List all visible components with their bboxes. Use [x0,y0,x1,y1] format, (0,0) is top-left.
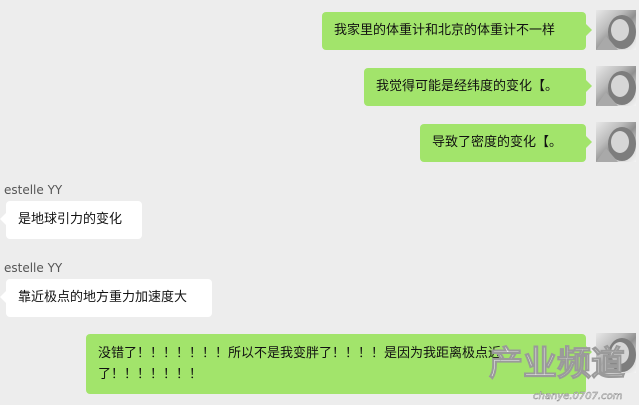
message-text: 我家里的体重计和北京的体重计不一样 [334,23,556,38]
watermark-url: chanye.0707.com [533,391,623,402]
avatar-photo-icon [596,15,636,50]
sender-name: estelle YY [4,261,63,275]
user-avatar[interactable] [596,122,636,162]
avatar-photo-icon [596,71,636,106]
message-bubble-other[interactable]: 是地球引力的变化 [0,201,142,239]
message-text: 导致了密度的变化【。 [432,135,563,150]
message-bubble-self[interactable]: 导致了密度的变化【。 [420,124,592,162]
message-text: 靠近极点的地方重力加速度大 [18,290,188,305]
watermark-text: 产业频道 [489,344,625,384]
message-text: 没错了！！！！！！！所以不是我变胖了！！！！是因为我距离极点近了！！！！！！！ [98,346,502,382]
user-avatar[interactable] [596,10,636,50]
watermark-logo: 产业频道 chanye.0707.com [489,344,626,403]
message-bubble-self[interactable]: 我家里的体重计和北京的体重计不一样 [322,12,592,50]
message-bubble-other[interactable]: 靠近极点的地方重力加速度大 [0,279,212,317]
message-text: 我觉得可能是经纬度的变化【。 [376,79,559,94]
sender-name: estelle YY [4,183,63,197]
message-text: 是地球引力的变化 [18,212,123,227]
user-avatar[interactable] [596,66,636,106]
avatar-photo-icon [596,127,636,162]
message-bubble-self[interactable]: 我觉得可能是经纬度的变化【。 [364,68,592,106]
